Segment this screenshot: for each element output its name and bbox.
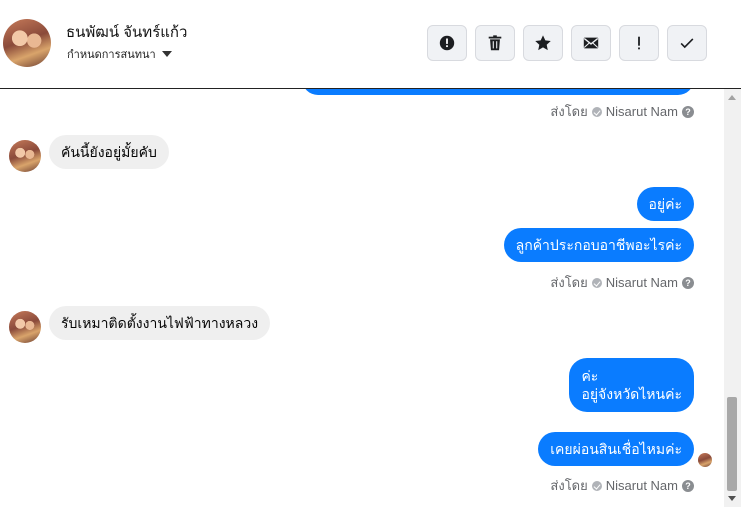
caret-down-icon bbox=[161, 51, 172, 57]
sender-avatar[interactable] bbox=[9, 140, 41, 172]
message-bubble-outgoing[interactable]: เคยผ่อนสินเชื่อไหมค่ะ bbox=[538, 432, 694, 466]
scroll-down-arrow-icon[interactable] bbox=[728, 496, 736, 501]
star-button[interactable] bbox=[523, 25, 563, 61]
sent-by-meta: ส่งโดย Nisarut Nam ? bbox=[550, 272, 694, 293]
message-thread: ส่งโดย Nisarut Nam ? คันนี้ยังอยู่มั้ยคั… bbox=[0, 89, 724, 507]
contact-name[interactable]: ธนพัฒน์ จันทร์แก้ว bbox=[66, 20, 187, 44]
conversation-header: ธนพัฒน์ จันทร์แก้ว กำหนดการสนทนา bbox=[0, 0, 741, 89]
message-line: ค่ะ bbox=[581, 368, 599, 384]
follow-up-button[interactable] bbox=[619, 25, 659, 61]
report-button[interactable] bbox=[427, 25, 467, 61]
sender-avatar[interactable] bbox=[9, 311, 41, 343]
sent-by-label: ส่งโดย bbox=[550, 104, 588, 119]
thread-scrollbar[interactable] bbox=[724, 89, 741, 507]
verified-dot-icon bbox=[591, 277, 602, 288]
agent-name[interactable]: Nisarut Nam bbox=[606, 104, 678, 119]
message-bubble-incoming[interactable]: คันนี้ยังอยู่มั้ยคับ bbox=[49, 135, 169, 169]
conversation-toolbar bbox=[427, 25, 707, 61]
message-bubble-incoming[interactable]: รับเหมาติดตั้งงานไฟฟ้าทางหลวง bbox=[49, 306, 271, 340]
message-bubble-outgoing[interactable]: ลูกค้าประกอบอาชีพอะไรค่ะ bbox=[503, 228, 694, 262]
message-bubble-outgoing[interactable]: ค่ะ อยู่จังหวัดไหนค่ะ bbox=[569, 358, 694, 412]
contact-avatar[interactable] bbox=[3, 19, 51, 67]
conversation-settings-label: กำหนดการสนทนา bbox=[67, 49, 156, 61]
message-bubble-outgoing-partial[interactable] bbox=[302, 89, 694, 95]
agent-name[interactable]: Nisarut Nam bbox=[606, 275, 678, 290]
exclamation-icon bbox=[638, 36, 640, 50]
sent-by-meta: ส่งโดย Nisarut Nam ? bbox=[550, 101, 694, 122]
help-icon[interactable]: ? bbox=[682, 105, 694, 118]
star-icon bbox=[535, 35, 551, 51]
mark-done-button[interactable] bbox=[667, 25, 707, 61]
alert-circle-icon bbox=[439, 35, 455, 51]
sent-by-meta: ส่งโดย Nisarut Nam ? bbox=[550, 475, 694, 496]
mark-unread-button[interactable] bbox=[571, 25, 611, 61]
verified-dot-icon bbox=[591, 480, 602, 491]
scroll-thumb[interactable] bbox=[727, 397, 737, 491]
help-icon[interactable]: ? bbox=[682, 479, 694, 492]
envelope-icon bbox=[583, 37, 599, 49]
message-bubble-outgoing[interactable]: อยู่ค่ะ bbox=[636, 187, 694, 221]
agent-name[interactable]: Nisarut Nam bbox=[606, 478, 678, 493]
conversation-settings-dropdown[interactable]: กำหนดการสนทนา bbox=[67, 45, 172, 63]
delete-button[interactable] bbox=[475, 25, 515, 61]
check-icon bbox=[680, 38, 694, 49]
sent-by-label: ส่งโดย bbox=[550, 478, 588, 493]
trash-icon bbox=[488, 35, 502, 51]
sent-by-label: ส่งโดย bbox=[550, 275, 588, 290]
scroll-up-arrow-icon[interactable] bbox=[728, 95, 736, 100]
message-line: อยู่จังหวัดไหนค่ะ bbox=[581, 386, 682, 402]
help-icon[interactable]: ? bbox=[682, 276, 694, 289]
seen-receipt-avatar bbox=[698, 453, 712, 467]
verified-dot-icon bbox=[591, 106, 602, 117]
